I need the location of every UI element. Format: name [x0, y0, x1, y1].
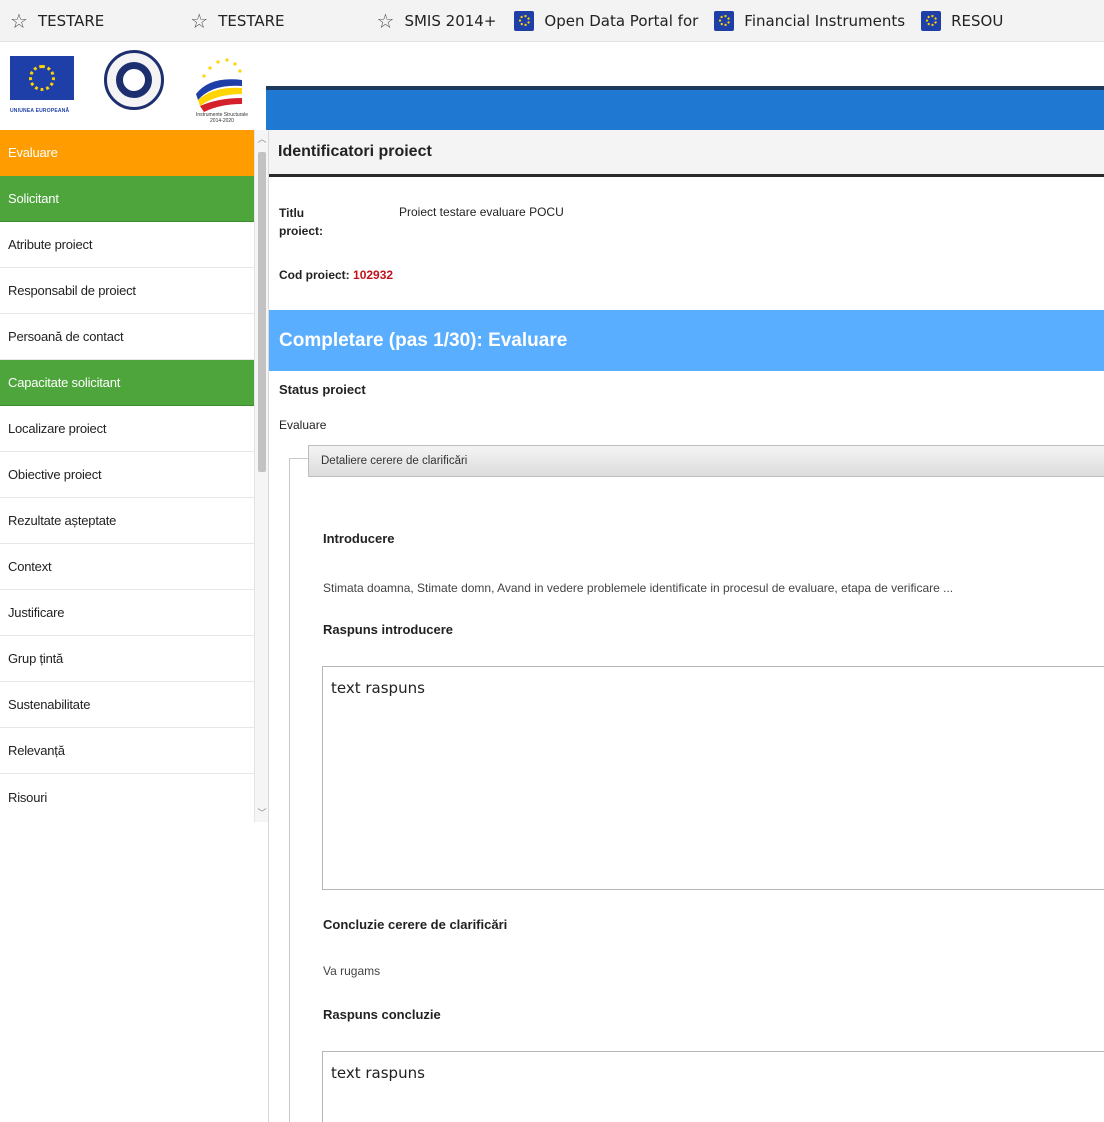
sidebar-item-grup-tinta[interactable]: Grup țintă	[0, 636, 254, 682]
bookmark-label: TESTARE	[218, 11, 285, 30]
bookmark-item[interactable]: ☆ TESTARE	[10, 11, 104, 31]
scrollbar-thumb[interactable]	[258, 152, 266, 472]
bookmark-item[interactable]: ☆ TESTARE	[190, 11, 284, 31]
sidebar-scrollbar[interactable]: ︿ ﹀	[254, 130, 268, 822]
government-logo	[104, 50, 164, 110]
step-title: Completare (pas 1/30): Evaluare	[269, 310, 1104, 371]
logo-strip: UNIUNEA EUROPEANĂ Instrumente Structural…	[0, 46, 266, 130]
introducere-text: Stimata doamna, Stimate domn, Avand in v…	[323, 581, 954, 595]
titlu-label: Titlu proiect:	[279, 206, 324, 238]
fieldset-title[interactable]: Detaliere cerere de clarificări	[308, 445, 1104, 477]
status-value: Evaluare	[279, 418, 327, 432]
eu-flag-icon	[921, 10, 942, 31]
sidebar-item-obiective-proiect[interactable]: Obiective proiect	[0, 452, 254, 498]
introducere-label: Introducere	[323, 531, 395, 546]
eu-flag-icon	[714, 10, 735, 31]
concluzie-text: Va rugams	[323, 964, 381, 978]
bookmark-label: RESOU	[951, 11, 1004, 30]
header-band-blue	[266, 90, 1104, 130]
structural-instruments-caption: Instrumente Structurale 2014-2020	[186, 112, 258, 124]
bookmarks-bar: ☆ TESTARE ☆ TESTARE ☆ SMIS 2014+ Open Da…	[0, 0, 1104, 42]
bookmark-item[interactable]: Open Data Portal for	[514, 10, 699, 31]
scroll-down-icon[interactable]: ﹀	[255, 806, 269, 820]
raspuns-concluzie-label: Raspuns concluzie	[323, 1007, 441, 1022]
section-title-identificatori: Identificatori proiect	[269, 130, 1104, 177]
sidebar-item-localizare-proiect[interactable]: Localizare proiect	[0, 406, 254, 452]
bookmark-label: SMIS 2014+	[404, 11, 497, 30]
sidebar-item-evaluare[interactable]: Evaluare	[0, 130, 254, 176]
sidebar-item-capacitate-solicitant[interactable]: Capacitate solicitant	[0, 360, 254, 406]
concluzie-label: Concluzie cerere de clarificări	[323, 917, 508, 932]
sidebar-item-sustenabilitate[interactable]: Sustenabilitate	[0, 682, 254, 728]
bookmark-label: TESTARE	[37, 11, 105, 30]
si-caption-line: 2014-2020	[210, 118, 234, 124]
star-icon: ☆	[190, 8, 209, 33]
structural-instruments-logo	[196, 58, 242, 112]
raspuns-introducere-textarea[interactable]: text raspuns	[322, 666, 1104, 890]
titlu-value: Proiect testare evaluare POCU	[399, 205, 564, 219]
bookmark-label: Financial Instruments	[744, 11, 906, 30]
bookmark-item[interactable]: Financial Instruments	[714, 10, 906, 31]
eu-logo	[10, 56, 74, 100]
raspuns-introducere-label: Raspuns introducere	[323, 622, 454, 637]
bookmark-item[interactable]: RESOU	[921, 10, 1004, 31]
sidebar: Evaluare Solicitant Atribute proiect Res…	[0, 130, 254, 830]
bookmark-item[interactable]: ☆ SMIS 2014+	[377, 11, 497, 31]
sidebar-item-persoana-contact[interactable]: Persoană de contact	[0, 314, 254, 360]
cod-value: 102932	[353, 268, 394, 282]
sidebar-item-context[interactable]: Context	[0, 544, 254, 590]
status-label: Status proiect	[279, 382, 366, 397]
star-icon: ☆	[10, 8, 28, 33]
sidebar-item-atribute-proiect[interactable]: Atribute proiect	[0, 222, 254, 268]
raspuns-concluzie-textarea[interactable]: text raspuns	[322, 1051, 1104, 1122]
bookmark-label: Open Data Portal for	[544, 11, 699, 30]
eu-logo-caption: UNIUNEA EUROPEANĂ	[10, 108, 70, 114]
sidebar-item-relevanta[interactable]: Relevanță	[0, 728, 254, 774]
cod-proiect-row: Cod proiect: 102932	[279, 268, 393, 282]
sidebar-item-responsabil-proiect[interactable]: Responsabil de proiect	[0, 268, 254, 314]
clarificari-fieldset: Detaliere cerere de clarificări Introduc…	[289, 445, 1104, 1122]
sidebar-item-riscuri[interactable]: Risouri	[0, 774, 254, 820]
scroll-up-icon[interactable]: ︿	[255, 132, 269, 146]
header-band	[266, 46, 1104, 130]
cod-label: Cod proiect:	[279, 268, 350, 282]
star-icon: ☆	[376, 8, 395, 33]
main-content: Identificatori proiect Titlu proiect: Pr…	[269, 130, 1104, 1122]
sidebar-item-rezultate-asteptate[interactable]: Rezultate așteptate	[0, 498, 254, 544]
sidebar-item-justificare[interactable]: Justificare	[0, 590, 254, 636]
eu-flag-icon	[514, 10, 535, 31]
sidebar-item-solicitant[interactable]: Solicitant	[0, 176, 254, 222]
